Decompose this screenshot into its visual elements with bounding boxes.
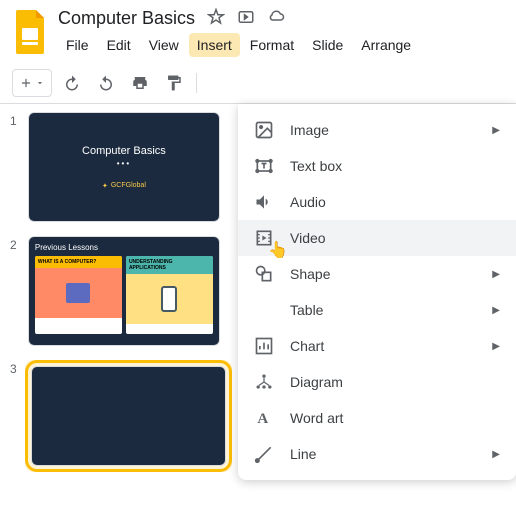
svg-text:A: A: [257, 411, 268, 427]
move-icon[interactable]: [237, 8, 255, 29]
menu-file[interactable]: File: [58, 33, 97, 57]
chevron-right-icon: ▶: [492, 125, 500, 136]
menubar: File Edit View Insert Format Slide Arran…: [58, 33, 504, 57]
slide-logo: ✦GCFGlobal: [102, 182, 146, 190]
slide-title-text: Computer Basics: [82, 145, 166, 157]
paint-format-button[interactable]: [160, 69, 188, 97]
slide-header-text: Previous Lessons: [35, 243, 213, 252]
chevron-right-icon: ▶: [492, 449, 500, 460]
diagram-icon: [254, 372, 274, 392]
insert-textbox[interactable]: Text box: [238, 148, 516, 184]
insert-video[interactable]: Video 👆: [238, 220, 516, 256]
insert-shape[interactable]: Shape ▶: [238, 256, 516, 292]
insert-line[interactable]: Line ▶: [238, 436, 516, 472]
menu-insert[interactable]: Insert: [189, 33, 240, 57]
toolbar-separator: [196, 73, 197, 93]
app-header: Computer Basics File Edit View Insert Fo…: [0, 0, 516, 57]
dots-decoration: •••: [117, 159, 131, 168]
lesson-card: UNDERSTANDING APPLICATIONS: [126, 256, 213, 334]
insert-chart[interactable]: Chart ▶: [238, 328, 516, 364]
menu-view[interactable]: View: [141, 33, 187, 57]
textbox-icon: [254, 156, 274, 176]
slides-panel: 1 Computer Basics ••• ✦GCFGlobal 2 Previ…: [0, 104, 230, 494]
slide-number: 2: [10, 236, 20, 346]
document-title[interactable]: Computer Basics: [58, 8, 195, 29]
slide-number: 3: [10, 360, 17, 472]
print-button[interactable]: [126, 69, 154, 97]
menu-arrange[interactable]: Arrange: [353, 33, 419, 57]
insert-dropdown: Image ▶ Text box Audio Video 👆 Shape ▶ T…: [238, 104, 516, 480]
shape-icon: [254, 264, 274, 284]
toolbar: [0, 63, 516, 104]
slide-thumbnail-1[interactable]: 1 Computer Basics ••• ✦GCFGlobal: [10, 112, 220, 222]
chevron-right-icon: ▶: [492, 305, 500, 316]
audio-icon: [254, 192, 274, 212]
redo-button[interactable]: [92, 69, 120, 97]
new-slide-button[interactable]: [12, 69, 52, 97]
insert-audio[interactable]: Audio: [238, 184, 516, 220]
insert-diagram[interactable]: Diagram: [238, 364, 516, 400]
menu-format[interactable]: Format: [242, 33, 302, 57]
slide-thumbnail-3[interactable]: 3: [10, 360, 220, 472]
content-area: 1 Computer Basics ••• ✦GCFGlobal 2 Previ…: [0, 104, 516, 494]
line-icon: [254, 444, 274, 464]
slide-number: 1: [10, 112, 20, 222]
star-icon[interactable]: [207, 8, 225, 29]
menu-slide[interactable]: Slide: [304, 33, 351, 57]
chart-icon: [254, 336, 274, 356]
insert-image[interactable]: Image ▶: [238, 112, 516, 148]
chevron-right-icon: ▶: [492, 341, 500, 352]
cloud-icon[interactable]: [267, 8, 285, 29]
lesson-card: WHAT IS A COMPUTER?: [35, 256, 122, 334]
app-logo: [12, 8, 48, 56]
table-icon: [254, 300, 274, 320]
insert-wordart[interactable]: A Word art: [238, 400, 516, 436]
insert-table[interactable]: Table ▶: [238, 292, 516, 328]
title-area: Computer Basics File Edit View Insert Fo…: [58, 8, 504, 57]
chevron-right-icon: ▶: [492, 269, 500, 280]
menu-edit[interactable]: Edit: [99, 33, 139, 57]
wordart-icon: A: [254, 408, 274, 428]
slide-thumbnail-2[interactable]: 2 Previous Lessons WHAT IS A COMPUTER? U…: [10, 236, 220, 346]
undo-button[interactable]: [58, 69, 86, 97]
image-icon: [254, 120, 274, 140]
